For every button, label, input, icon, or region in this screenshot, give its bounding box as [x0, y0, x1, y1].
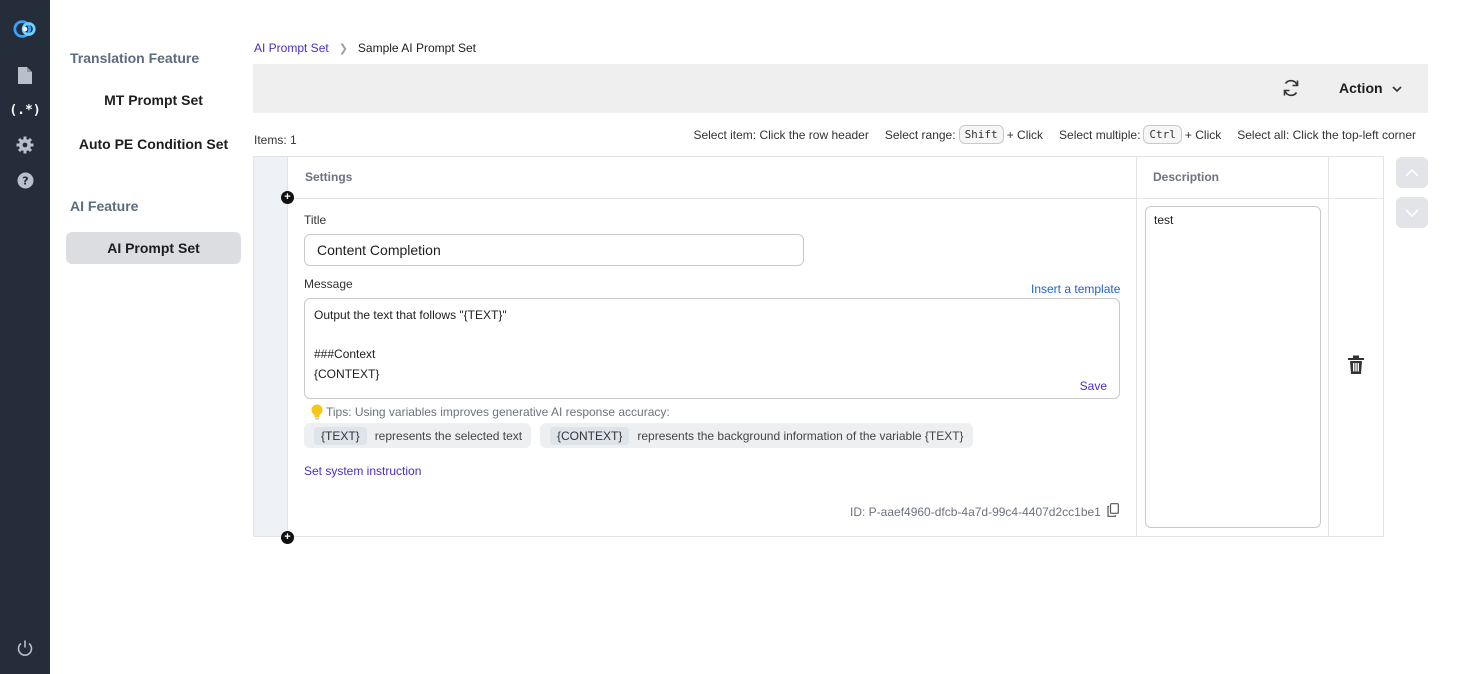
ctrl-key-badge: Ctrl	[1143, 125, 1182, 144]
variable-desc: represents the background information of…	[637, 428, 964, 443]
menu-item-auto-pe-condition-set[interactable]: Auto PE Condition Set	[66, 128, 241, 160]
action-label: Action	[1339, 80, 1383, 96]
selection-hints: Select item: Click the row header Select…	[693, 125, 1416, 144]
chevron-up-icon	[1405, 168, 1419, 177]
message-line: Output the text that follows "{TEXT}"	[314, 308, 507, 322]
variable-desc: represents the selected text	[374, 428, 523, 443]
hint-select-item: Select item: Click the row header	[693, 127, 869, 142]
add-row-above-icon[interactable]: +	[281, 191, 294, 204]
breadcrumb-current: Sample AI Prompt Set	[357, 41, 476, 55]
hint-range-prefix: Select range:	[884, 127, 956, 142]
hint-range-suffix: + Click	[1006, 127, 1044, 142]
prompt-grid: Settings Description Title Content Compl…	[253, 156, 1384, 537]
message-label: Message	[304, 277, 353, 291]
prompt-id-text: ID: P-aaef4960-dfcb-4a7d-99c4-4407d2cc1b…	[850, 504, 1101, 519]
gear-icon[interactable]	[13, 133, 37, 157]
menu-item-mt-prompt-set[interactable]: MT Prompt Set	[66, 84, 241, 116]
power-icon[interactable]	[13, 636, 37, 660]
tips-text: Tips: Using variables improves generativ…	[326, 405, 670, 419]
items-count: Items: 1	[254, 133, 297, 147]
hint-multiple-prefix: Select multiple:	[1059, 127, 1141, 142]
column-divider	[1136, 157, 1137, 536]
lightbulb-icon	[311, 404, 323, 420]
add-row-below-icon[interactable]: +	[281, 531, 294, 544]
set-system-instruction-link[interactable]: Set system instruction	[304, 464, 421, 478]
header-divider	[288, 198, 1383, 199]
message-line: ###Context	[314, 347, 376, 361]
move-down-button[interactable]	[1396, 197, 1428, 228]
action-dropdown-button[interactable]: Action	[1339, 80, 1402, 96]
prompt-id: ID: P-aaef4960-dfcb-4a7d-99c4-4407d2cc1b…	[850, 503, 1119, 520]
message-textarea[interactable]: Output the text that follows "{TEXT}" ##…	[304, 298, 1120, 399]
breadcrumb-parent-link[interactable]: AI Prompt Set	[254, 41, 329, 55]
menu-group-ai: AI Feature	[70, 198, 139, 214]
chevron-right-icon: ❯	[338, 42, 348, 55]
description-textarea[interactable]: test	[1145, 206, 1321, 528]
message-line: {CONTEXT}	[314, 366, 380, 381]
chevron-down-icon	[1391, 80, 1402, 96]
variable-chip-text: {TEXT} represents the selected text	[304, 423, 532, 448]
variable-name: {CONTEXT}	[550, 426, 630, 445]
title-input[interactable]: Content Completion	[304, 234, 804, 266]
title-label: Title	[304, 213, 327, 227]
chevron-down-icon	[1405, 208, 1419, 217]
save-button[interactable]: Save	[1080, 379, 1107, 393]
document-icon[interactable]	[13, 63, 37, 87]
menu-item-ai-prompt-set[interactable]: AI Prompt Set	[66, 232, 241, 264]
copy-icon[interactable]	[1107, 503, 1119, 520]
move-up-button[interactable]	[1396, 157, 1428, 188]
hint-select-all: Select all: Click the top-left corner	[1237, 127, 1416, 142]
refresh-icon[interactable]	[1281, 78, 1301, 98]
breadcrumb: AI Prompt Set ❯ Sample AI Prompt Set	[254, 41, 476, 55]
message-line	[314, 326, 1110, 346]
column-header-description: Description	[1153, 170, 1220, 184]
hint-multiple-suffix: + Click	[1184, 127, 1222, 142]
variable-name: {TEXT}	[314, 426, 367, 445]
shift-key-badge: Shift	[958, 125, 1004, 144]
icon-rail: (.*) ?	[0, 0, 50, 674]
column-header-settings: Settings	[305, 170, 353, 184]
hint-select-multiple: Select multiple: Ctrl + Click	[1059, 125, 1221, 144]
menu-group-translation: Translation Feature	[70, 50, 200, 66]
toolbar: Action	[253, 64, 1428, 113]
hint-select-range: Select range: Shift + Click	[885, 125, 1043, 144]
app-logo-icon[interactable]	[13, 17, 37, 41]
help-icon[interactable]: ?	[13, 168, 37, 192]
side-menu: Translation Feature MT Prompt Set Auto P…	[50, 0, 250, 674]
variable-chip-context: {CONTEXT} represents the background info…	[540, 423, 973, 448]
svg-text:?: ?	[22, 174, 28, 187]
tips-line: Tips: Using variables improves generativ…	[311, 404, 670, 420]
insert-template-link[interactable]: Insert a template	[1031, 282, 1120, 296]
column-divider	[1328, 157, 1329, 536]
regex-icon[interactable]: (.*)	[9, 98, 40, 122]
row-header[interactable]	[254, 157, 288, 536]
trash-icon[interactable]	[1347, 355, 1365, 375]
